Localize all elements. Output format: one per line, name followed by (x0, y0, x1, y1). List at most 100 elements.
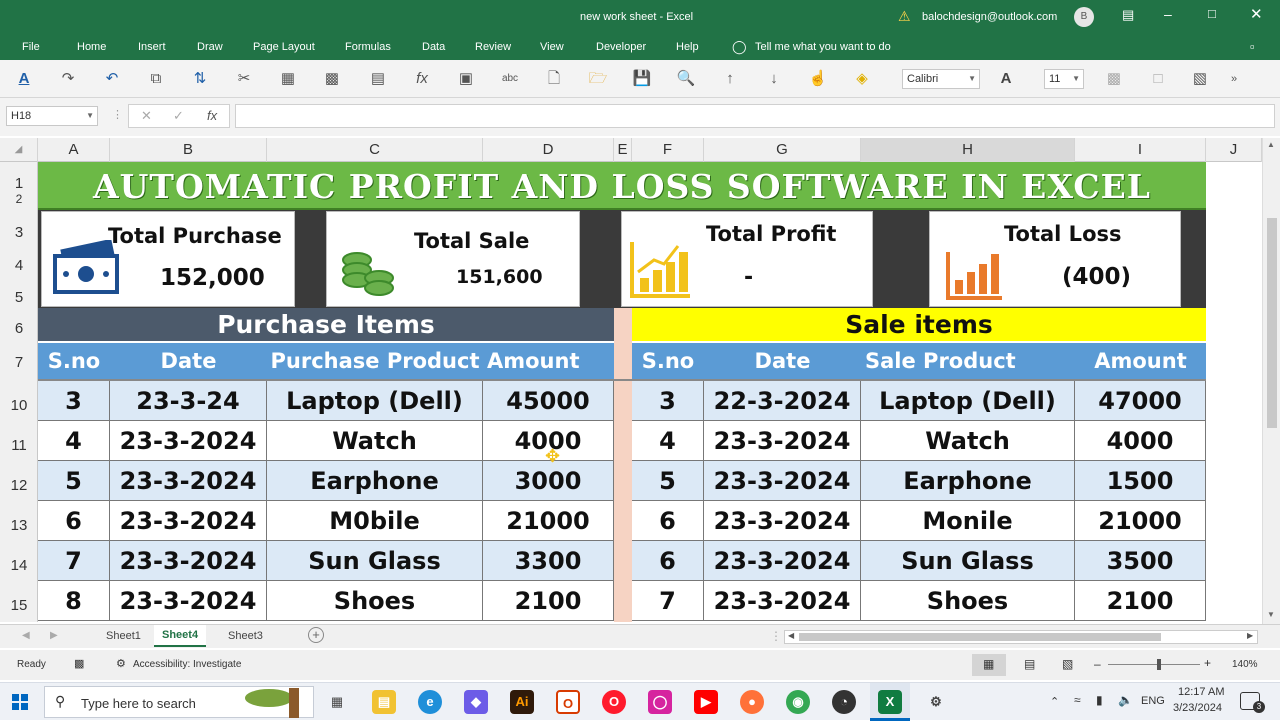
fill-color-icon[interactable]: ◈ (852, 69, 872, 89)
tab-insert[interactable]: Insert (138, 41, 166, 53)
touch-mode-icon[interactable]: ☝ (808, 69, 828, 89)
edge-icon[interactable]: e (418, 690, 442, 714)
row-header[interactable]: 15 (0, 597, 38, 614)
sale-cell[interactable]: Laptop (Dell) (861, 381, 1075, 421)
cancel-icon[interactable]: ✕ (141, 108, 152, 124)
tab-data[interactable]: Data (422, 41, 445, 53)
windows-start-icon[interactable] (12, 694, 28, 710)
volume-icon[interactable]: 🔈 (1118, 693, 1133, 707)
tab-home[interactable]: Home (77, 41, 106, 53)
sort-descending-icon[interactable]: ↓ (764, 69, 784, 89)
h-scroll-thumb[interactable] (799, 633, 1161, 641)
purchase-cell[interactable]: Earphone (267, 461, 483, 501)
sheet-tab-sheet1[interactable]: Sheet1 (106, 630, 141, 642)
purchase-cell[interactable]: 2100 (483, 581, 614, 621)
format-painter-icon[interactable]: ▧ (1190, 69, 1210, 89)
row-header[interactable]: 1 (0, 175, 38, 192)
sale-cell[interactable]: 3500 (1075, 541, 1206, 581)
purchase-cell[interactable]: 21000 (483, 501, 614, 541)
purchase-cell[interactable]: Shoes (267, 581, 483, 621)
column-header-f[interactable]: F (632, 138, 704, 162)
tell-me-search[interactable]: Tell me what you want to do (755, 41, 891, 53)
font-color-icon[interactable]: A (14, 69, 34, 89)
row-header[interactable]: 13 (0, 517, 38, 534)
column-header-g[interactable]: G (704, 138, 861, 162)
column-header-d[interactable]: D (483, 138, 614, 162)
purchase-cell[interactable]: 8 (38, 581, 110, 621)
scroll-down-icon[interactable]: ▼ (1267, 610, 1275, 619)
row-header[interactable]: 5 (0, 289, 38, 306)
zoom-level[interactable]: 140% (1232, 659, 1258, 670)
sale-cell[interactable]: Earphone (861, 461, 1075, 501)
sheet-tab-sheet3[interactable]: Sheet3 (228, 630, 263, 642)
firefox-icon[interactable]: ● (740, 690, 764, 714)
purchase-cell[interactable]: 23-3-2024 (110, 421, 267, 461)
notifications-icon[interactable]: 3 (1240, 692, 1265, 713)
row-header[interactable]: 4 (0, 257, 38, 274)
purchase-cell[interactable]: Watch (267, 421, 483, 461)
sale-cell[interactable]: 23-3-2024 (704, 581, 861, 621)
clock-date[interactable]: 3/23/2024 (1173, 702, 1222, 714)
format-icon[interactable]: ▩ (322, 69, 342, 89)
sale-cell[interactable]: 23-3-2024 (704, 461, 861, 501)
save-icon[interactable]: 💾 (632, 69, 652, 89)
taskbar-search[interactable]: ⚲ Type here to search (44, 686, 314, 718)
sale-cell[interactable]: Watch (861, 421, 1075, 461)
office-icon[interactable]: O (556, 690, 580, 714)
purchase-cell[interactable]: Laptop (Dell) (267, 381, 483, 421)
purchase-cell[interactable]: 3300 (483, 541, 614, 581)
select-all-corner[interactable]: ◢ (0, 138, 38, 162)
purchase-cell[interactable]: 23-3-2024 (110, 581, 267, 621)
minimize-icon[interactable]: – (1164, 6, 1172, 22)
worksheet[interactable]: AUTOMATIC PROFIT AND LOSS SOFTWARE IN EX… (38, 162, 1262, 622)
speedtest-icon[interactable]: ◔ (832, 690, 856, 714)
sale-cell[interactable]: 23-3-2024 (704, 501, 861, 541)
function-icon[interactable]: fx (412, 69, 432, 89)
sale-cell[interactable]: 23-3-2024 (704, 541, 861, 581)
table-icon[interactable]: ▦ (278, 69, 298, 89)
sale-cell[interactable]: 21000 (1075, 501, 1206, 541)
column-header-a[interactable]: A (38, 138, 110, 162)
open-folder-icon[interactable]: 🗁 (588, 69, 608, 89)
chat-app-icon[interactable]: ◆ (464, 690, 488, 714)
sale-cell[interactable]: 4000 (1075, 421, 1206, 461)
column-header-h[interactable]: H (861, 138, 1075, 162)
chrome-icon[interactable]: ◉ (786, 690, 810, 714)
purchase-cell[interactable]: 23-3-2024 (110, 461, 267, 501)
settings-gear-icon[interactable]: ⚙ (924, 690, 948, 714)
print-preview-icon[interactable]: 🔍 (676, 69, 696, 89)
purchase-cell[interactable]: 23-3-2024 (110, 541, 267, 581)
prev-sheet-icon[interactable]: ◀ (22, 630, 30, 641)
tab-help[interactable]: Help (676, 41, 699, 53)
youtube-icon[interactable]: ▶ (694, 690, 718, 714)
sale-cell[interactable]: 4 (632, 421, 704, 461)
merge-icon[interactable]: ▤ (368, 69, 388, 89)
avatar[interactable]: B (1074, 7, 1094, 27)
add-sheet-icon[interactable]: + (308, 627, 324, 643)
insert-function-icon[interactable]: fx (207, 108, 217, 123)
shrink-font-icon[interactable]: A (996, 69, 1016, 89)
copy-icon[interactable]: ⧉ (146, 69, 166, 89)
scroll-left-icon[interactable]: ◀ (788, 631, 794, 640)
zoom-slider-handle[interactable] (1157, 659, 1161, 670)
warning-icon[interactable]: ⚠ (898, 8, 911, 25)
purchase-cell[interactable]: 7 (38, 541, 110, 581)
illustrator-icon[interactable]: Ai (510, 690, 534, 714)
zoom-out-icon[interactable]: – (1094, 657, 1101, 671)
sale-cell[interactable]: 22-3-2024 (704, 381, 861, 421)
row-header[interactable]: 7 (0, 354, 38, 371)
maximize-icon[interactable]: □ (1208, 6, 1216, 21)
font-size-select[interactable]: 11 ▼ (1044, 69, 1084, 89)
font-name-select[interactable]: Calibri ▼ (902, 69, 980, 89)
account-email[interactable]: balochdesign@outlook.com (922, 11, 1057, 23)
close-icon[interactable]: ✕ (1250, 5, 1263, 23)
undo-icon[interactable]: ↶ (102, 69, 122, 89)
row-header[interactable]: 2 (0, 192, 38, 206)
sale-cell[interactable]: 6 (632, 541, 704, 581)
spelling-icon[interactable]: abc (500, 69, 520, 89)
column-header-i[interactable]: I (1075, 138, 1206, 162)
tab-file[interactable]: File (22, 41, 40, 53)
row-header[interactable]: 6 (0, 320, 38, 337)
sort-ascending-icon[interactable]: ↑ (720, 69, 740, 89)
purchase-cell[interactable]: 4 (38, 421, 110, 461)
